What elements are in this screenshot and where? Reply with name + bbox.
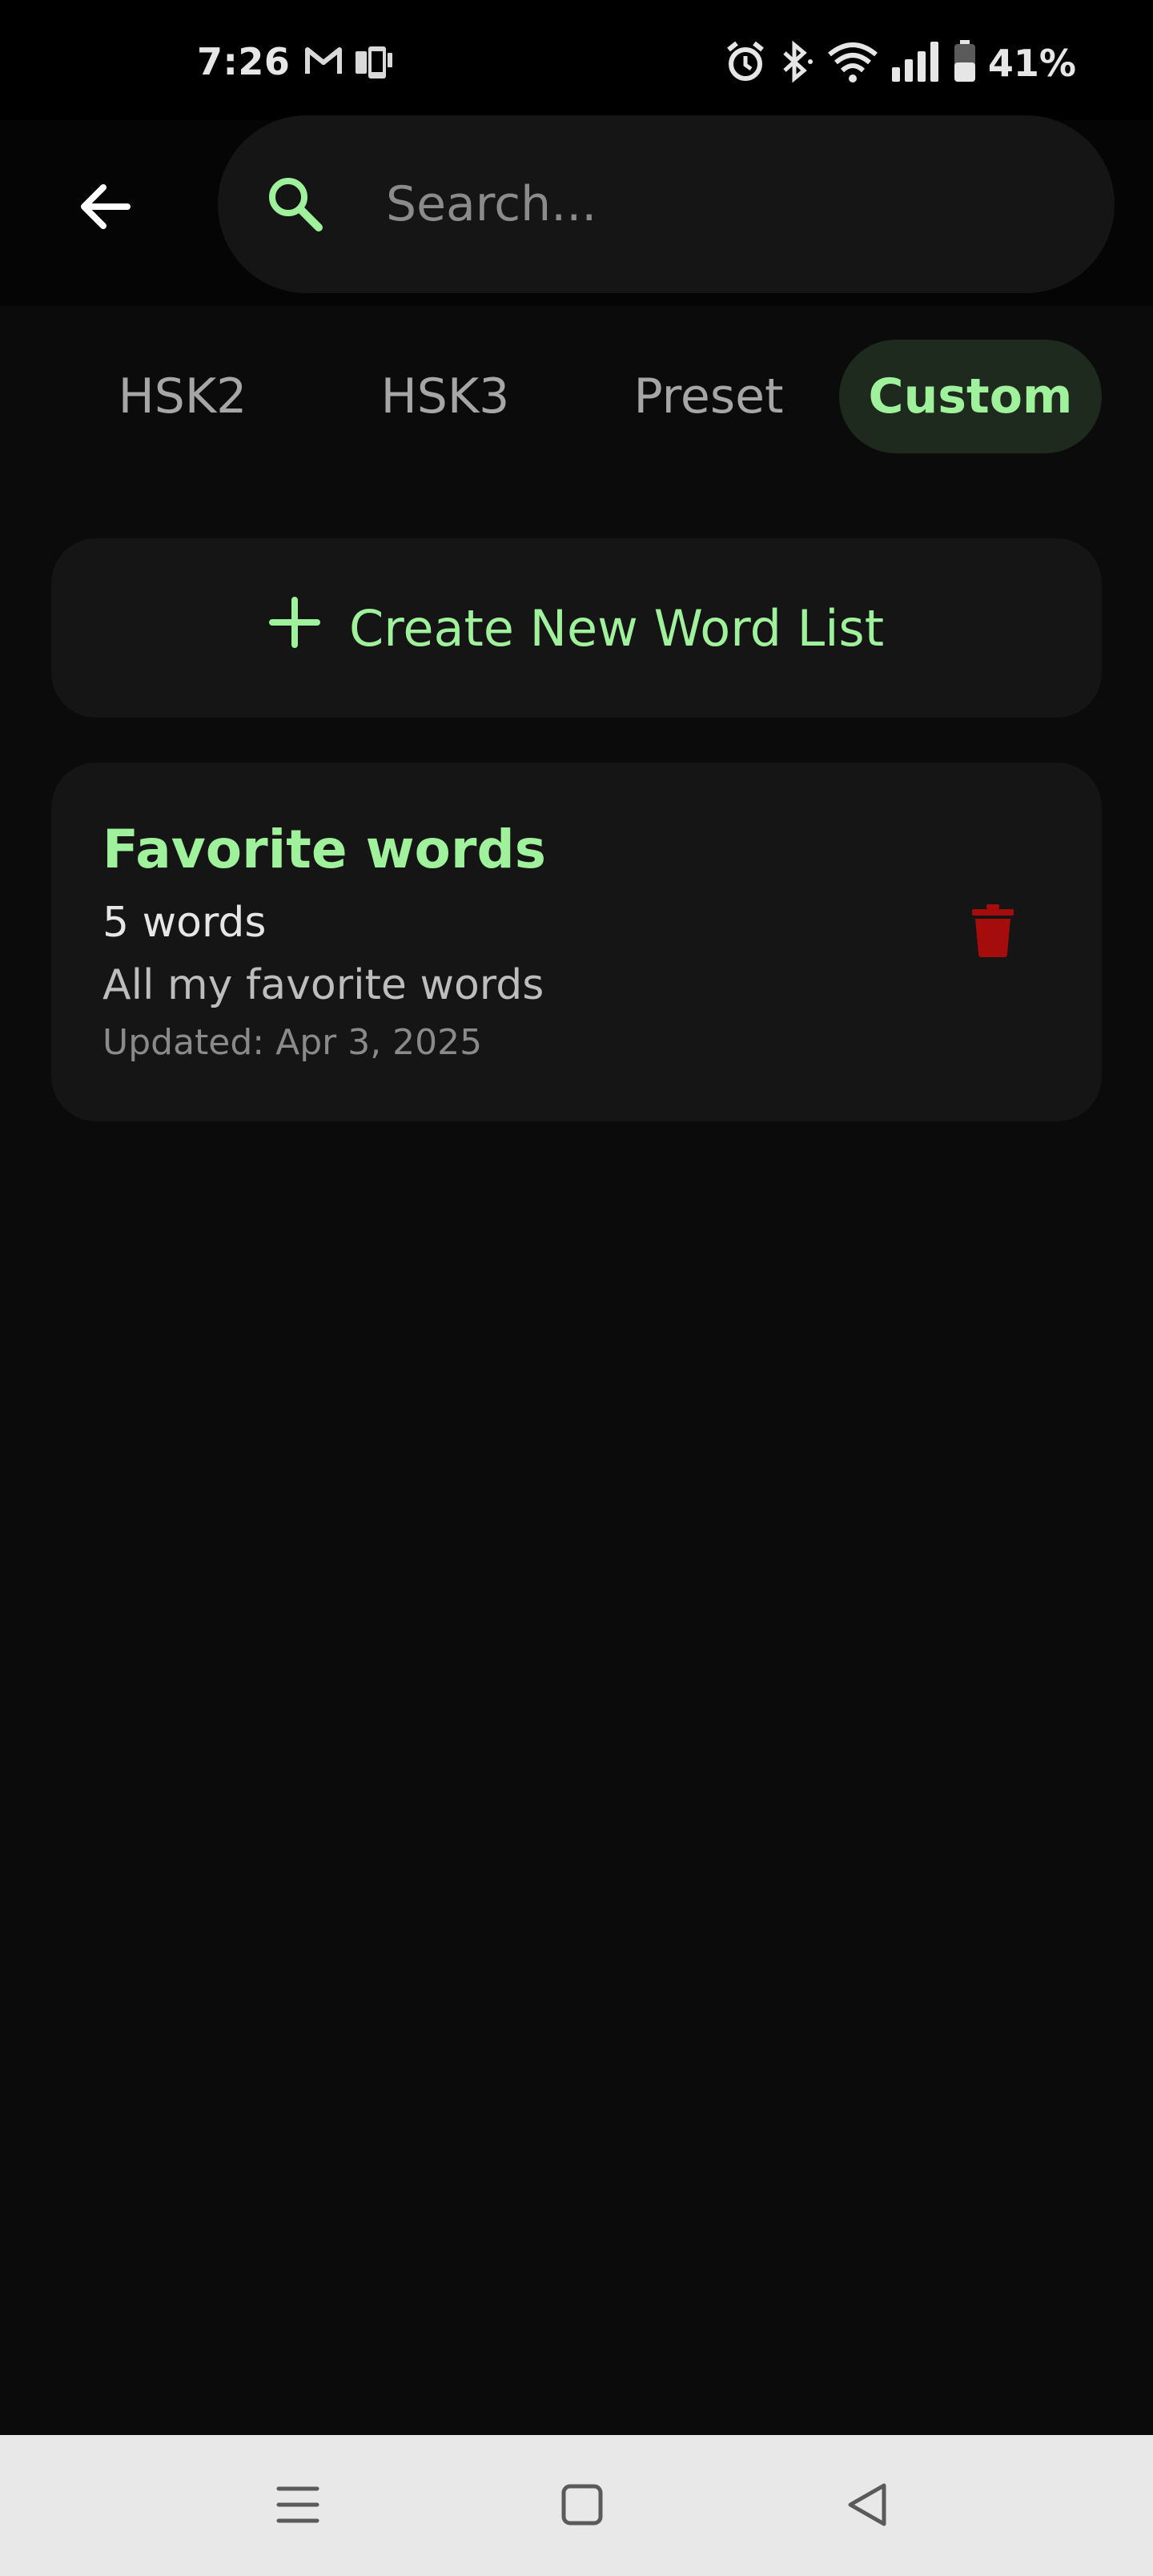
category-tabs: HSK2 HSK3 Preset Custom	[0, 336, 1153, 457]
status-system-icons: 41%	[724, 40, 1076, 87]
alarm-icon	[724, 40, 767, 87]
wifi-icon	[826, 40, 879, 87]
search-icon	[266, 175, 323, 235]
word-list-updated: Updated: Apr 3, 2025	[102, 1022, 483, 1063]
search-input[interactable]	[384, 160, 1073, 248]
create-word-list-label: Create New Word List	[348, 598, 885, 658]
square-icon	[560, 2483, 604, 2530]
tab-custom[interactable]: Custom	[839, 340, 1102, 453]
word-list-count: 5 words	[102, 899, 267, 947]
device-icon	[352, 45, 394, 83]
trash-icon	[972, 904, 1014, 960]
delete-button[interactable]	[967, 904, 1018, 961]
battery-percentage: 41%	[987, 42, 1076, 85]
back-button[interactable]	[64, 168, 144, 248]
word-list-title: Favorite words	[102, 819, 546, 880]
status-notification-icons	[304, 45, 394, 83]
search-bar[interactable]	[218, 115, 1115, 293]
status-bar: 7:26 41%	[0, 0, 1153, 120]
create-word-list-button[interactable]: Create New Word List	[51, 538, 1102, 718]
tab-hsk2[interactable]: HSK2	[86, 340, 279, 453]
system-navigation-bar	[0, 2435, 1153, 2576]
bluetooth-icon	[778, 40, 815, 87]
triangle-back-icon	[846, 2482, 889, 2530]
plus-icon	[268, 596, 320, 660]
arrow-left-icon	[76, 183, 132, 234]
tab-preset[interactable]: Preset	[609, 340, 809, 453]
recent-apps-button[interactable]	[270, 2478, 326, 2534]
tab-hsk3[interactable]: HSK3	[349, 340, 541, 453]
menu-icon	[275, 2484, 320, 2529]
status-time: 7:26	[197, 40, 291, 83]
word-list-description: All my favorite words	[102, 961, 544, 1009]
word-list-card[interactable]: Favorite words 5 words All my favorite w…	[51, 763, 1102, 1121]
signal-icon	[890, 40, 942, 87]
home-button[interactable]	[554, 2478, 610, 2534]
gmail-icon	[304, 45, 343, 83]
back-nav-button[interactable]	[839, 2478, 895, 2534]
battery-icon	[953, 40, 977, 87]
